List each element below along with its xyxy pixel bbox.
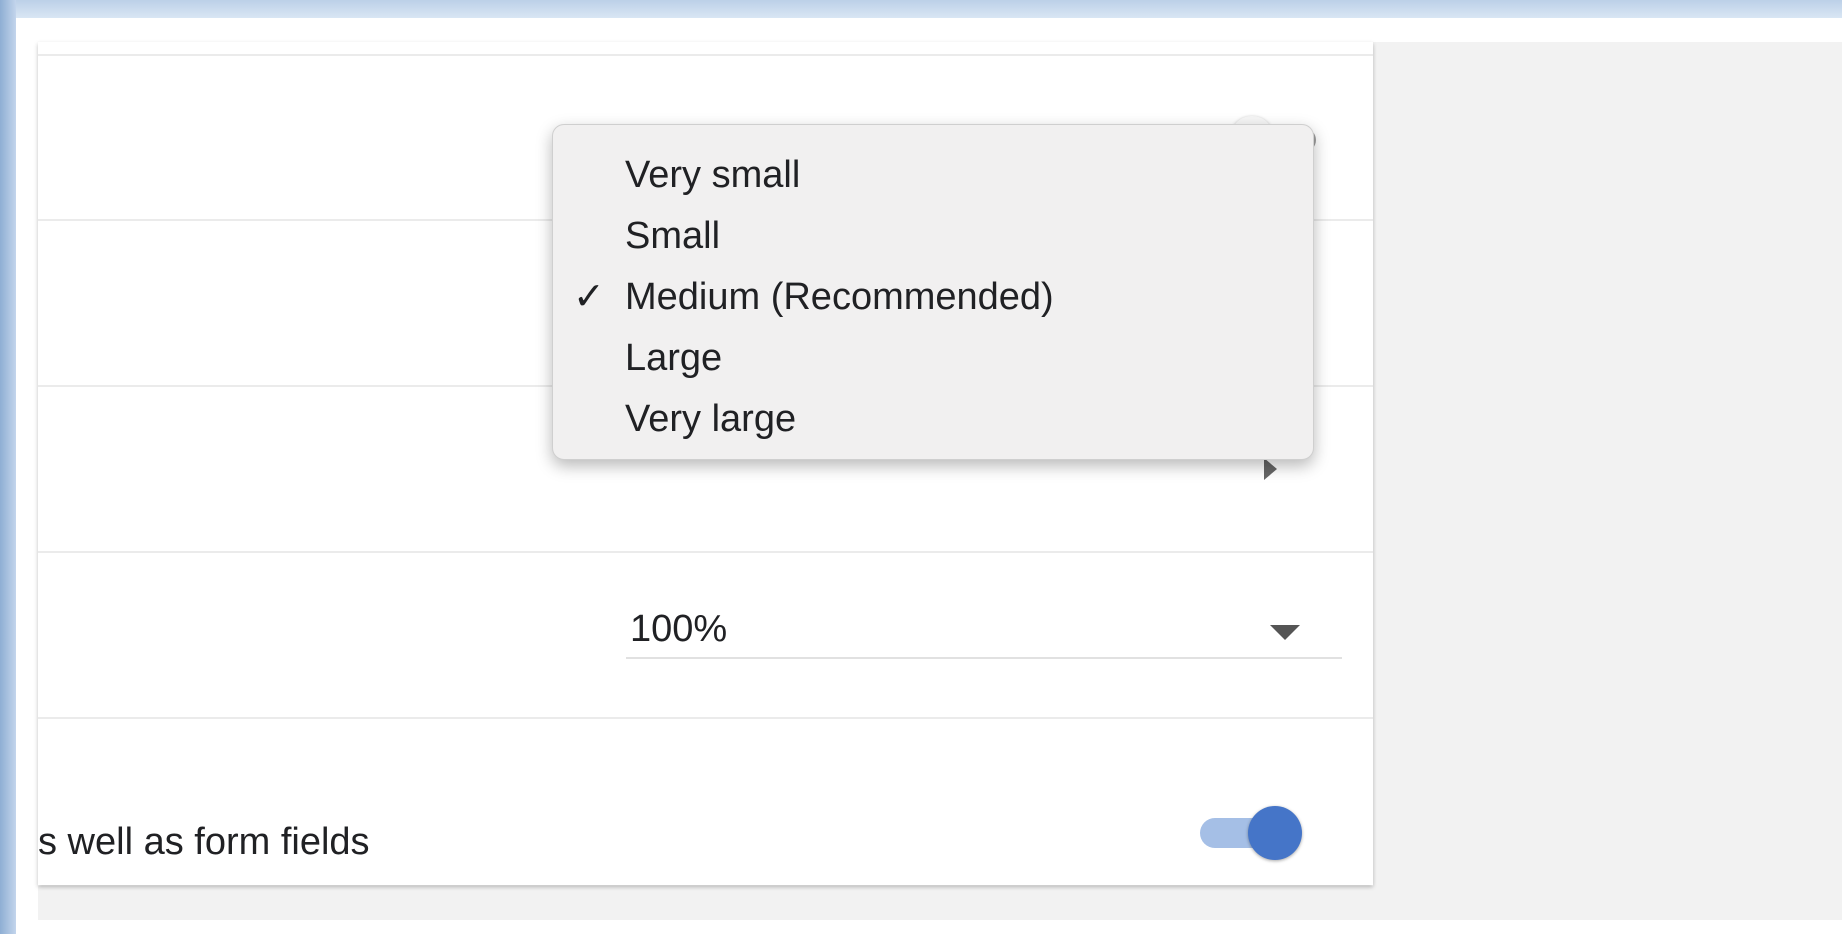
row-divider	[38, 717, 1373, 719]
font-size-dropdown-menu: Very small Small ✓ Medium (Recommended) …	[552, 124, 1314, 460]
settings-side-background	[1373, 42, 1842, 920]
checkmark-icon: ✓	[573, 276, 605, 318]
settings-bottom-background	[38, 886, 1373, 920]
arrow-right-icon[interactable]	[1264, 458, 1277, 480]
dropdown-caret-icon	[1270, 625, 1300, 640]
row-divider	[38, 54, 1373, 56]
menu-item-small[interactable]: Small	[553, 206, 1313, 267]
menu-item-label: Medium (Recommended)	[625, 276, 1054, 318]
menu-item-very-large[interactable]: Very large	[553, 389, 1313, 450]
browser-top-edge	[0, 0, 1842, 18]
form-fields-setting-label: s well as form fields	[38, 821, 370, 863]
desktop-left-edge	[0, 0, 16, 934]
row-divider	[38, 551, 1373, 553]
menu-item-large[interactable]: Large	[553, 328, 1313, 389]
menu-item-very-small[interactable]: Very small	[553, 145, 1313, 206]
menu-item-medium[interactable]: ✓ Medium (Recommended)	[553, 267, 1313, 328]
page-zoom-select[interactable]: 100%	[626, 599, 1342, 659]
form-fields-toggle[interactable]	[1198, 804, 1308, 864]
menu-item-label: Small	[625, 215, 721, 257]
page-zoom-value: 100%	[630, 608, 728, 650]
toggle-knob	[1248, 806, 1302, 860]
menu-item-label: Very large	[625, 398, 797, 440]
menu-item-label: Large	[625, 337, 723, 379]
menu-item-label: Very small	[625, 154, 801, 196]
